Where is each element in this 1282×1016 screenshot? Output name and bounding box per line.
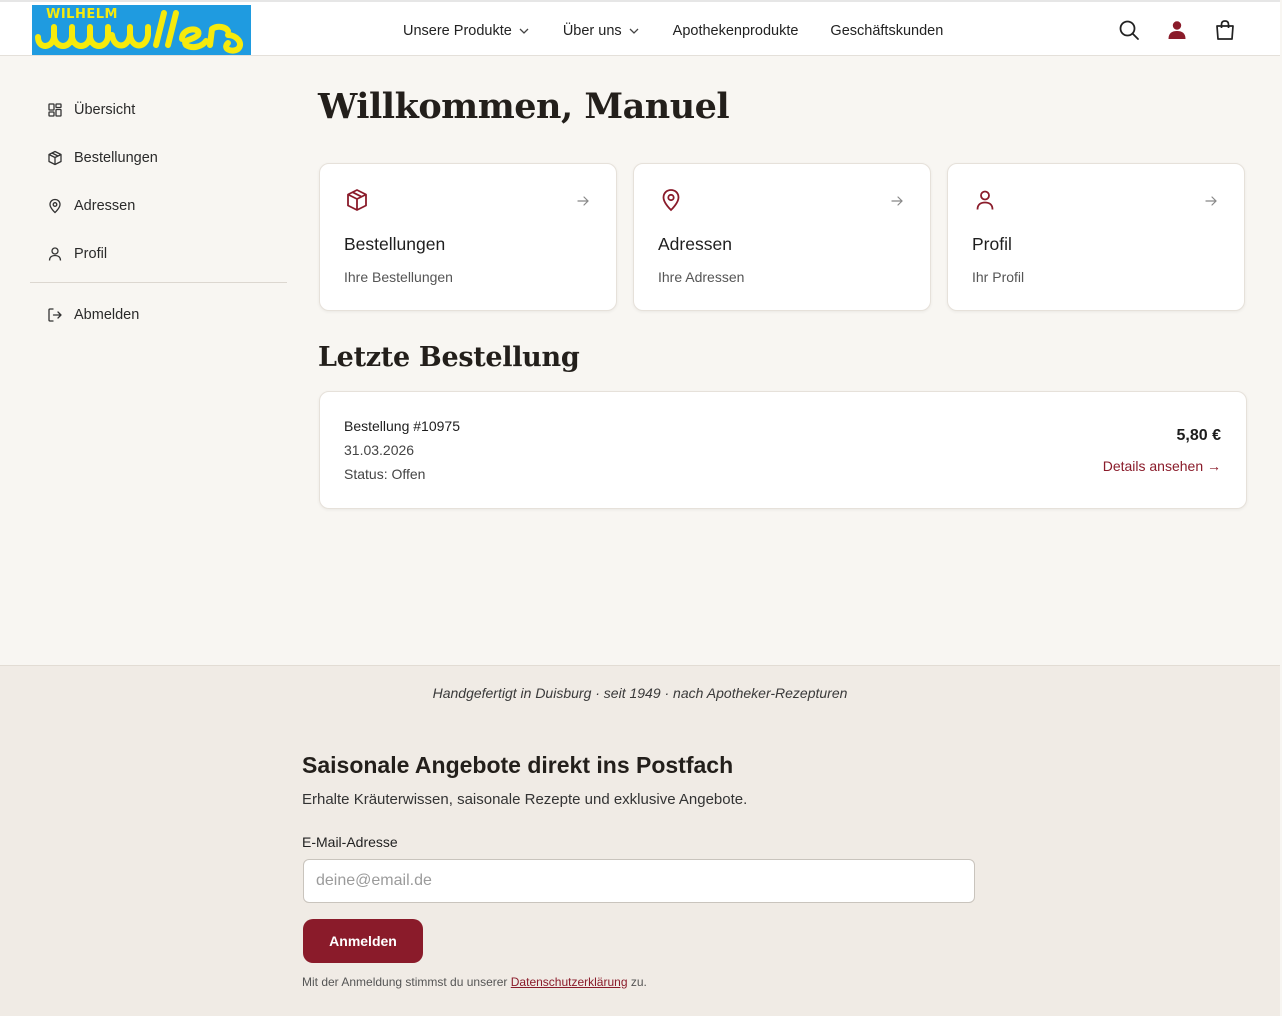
subscribe-button[interactable]: Anmelden (303, 919, 423, 963)
sidebar-item-adressen[interactable]: Adressen (30, 186, 287, 226)
user-icon (973, 188, 997, 212)
logout-button[interactable]: Abmelden (30, 295, 287, 335)
package-icon (47, 150, 63, 166)
main-nav: Unsere Produkte Über uns Apothekenproduk… (403, 21, 943, 41)
nav-item-apothekenprodukte[interactable]: Apothekenprodukte (673, 21, 799, 41)
user-icon[interactable] (1165, 18, 1189, 42)
chevron-down-icon (628, 25, 640, 37)
privacy-note: Mit der Anmeldung stimmst du unserer Dat… (302, 975, 647, 989)
order-details-link[interactable]: Details ansehen → (1103, 458, 1221, 474)
card-subtitle: Ihr Profil (972, 269, 1025, 285)
dashboard-cards: Bestellungen Ihre Bestellungen Adressen … (319, 163, 1245, 311)
map-pin-icon (659, 188, 683, 212)
email-field[interactable] (303, 859, 975, 903)
sidebar-item-bestellungen[interactable]: Bestellungen (30, 138, 287, 178)
chevron-down-icon (518, 25, 530, 37)
last-order-card: Bestellung #10975 31.03.2026 Status: Off… (319, 391, 1247, 509)
nav-item-label: Apothekenprodukte (672, 23, 799, 39)
order-price: 5,80 € (1176, 427, 1221, 444)
card-subtitle: Ihre Adressen (658, 269, 745, 285)
site-footer: Handgefertigt in Duisburg · seit 1949 · … (0, 665, 1280, 1016)
card-title: Adressen (658, 234, 732, 254)
page-title: Willkommen, Manuel (318, 86, 730, 127)
package-icon (345, 188, 369, 212)
arrow-right-icon (890, 194, 904, 208)
nav-item-geschaeftskunden[interactable]: Geschäftskunden (830, 21, 943, 41)
search-icon[interactable] (1117, 18, 1141, 42)
privacy-note-prefix: Mit der Anmeldung stimmst du unserer (302, 975, 511, 989)
nav-item-label: Geschäftskunden (830, 23, 944, 39)
card-adressen[interactable]: Adressen Ihre Adressen (633, 163, 931, 311)
newsletter-subtitle: Erhalte Kräuterwissen, saisonale Rezepte… (302, 791, 748, 808)
order-status: Status: Offen (344, 466, 426, 482)
account-sidebar: Übersicht Bestellungen Adressen Profil A… (30, 90, 287, 343)
sidebar-item-uebersicht[interactable]: Übersicht (30, 90, 287, 130)
map-pin-icon (47, 198, 63, 214)
privacy-note-suffix: zu. (627, 975, 647, 989)
user-icon (47, 246, 63, 262)
order-number: Bestellung #10975 (344, 418, 460, 434)
sidebar-item-label: Profil (74, 246, 108, 262)
header-actions (1117, 18, 1237, 42)
nav-item-ueber-uns[interactable]: Über uns (563, 21, 640, 41)
card-subtitle: Ihre Bestellungen (344, 269, 453, 285)
brand-logo[interactable]: WILHELM (32, 5, 251, 55)
site-header: WILHELM Unsere Produkte Über uns Apothek… (0, 0, 1280, 56)
arrow-right-icon (576, 194, 590, 208)
sidebar-item-profil[interactable]: Profil (30, 234, 287, 274)
nav-item-label: Über uns (562, 23, 622, 39)
shopping-bag-icon[interactable] (1213, 18, 1237, 42)
card-profil[interactable]: Profil Ihr Profil (947, 163, 1245, 311)
privacy-policy-link[interactable]: Datenschutzerklärung (511, 975, 628, 989)
footer-tagline: Handgefertigt in Duisburg · seit 1949 · … (432, 685, 848, 701)
sidebar-item-label: Bestellungen (74, 150, 158, 166)
logout-icon (47, 307, 63, 323)
order-date: 31.03.2026 (344, 442, 415, 458)
sidebar-divider (30, 282, 287, 283)
email-label: E-Mail-Adresse (302, 834, 398, 850)
nav-item-label: Unsere Produkte (403, 23, 512, 39)
logo-script-graphic (35, 10, 244, 54)
last-order-heading: Letzte Bestellung (318, 342, 580, 373)
grid-icon (47, 102, 63, 118)
nav-item-unsere-produkte[interactable]: Unsere Produkte (403, 21, 530, 41)
logout-label: Abmelden (74, 307, 140, 323)
arrow-right-icon (1204, 194, 1218, 208)
card-title: Bestellungen (344, 234, 446, 254)
card-title: Profil (972, 234, 1012, 254)
newsletter-title: Saisonale Angebote direkt ins Postfach (302, 752, 734, 778)
sidebar-item-label: Übersicht (74, 102, 136, 118)
sidebar-item-label: Adressen (74, 198, 136, 214)
card-bestellungen[interactable]: Bestellungen Ihre Bestellungen (319, 163, 617, 311)
